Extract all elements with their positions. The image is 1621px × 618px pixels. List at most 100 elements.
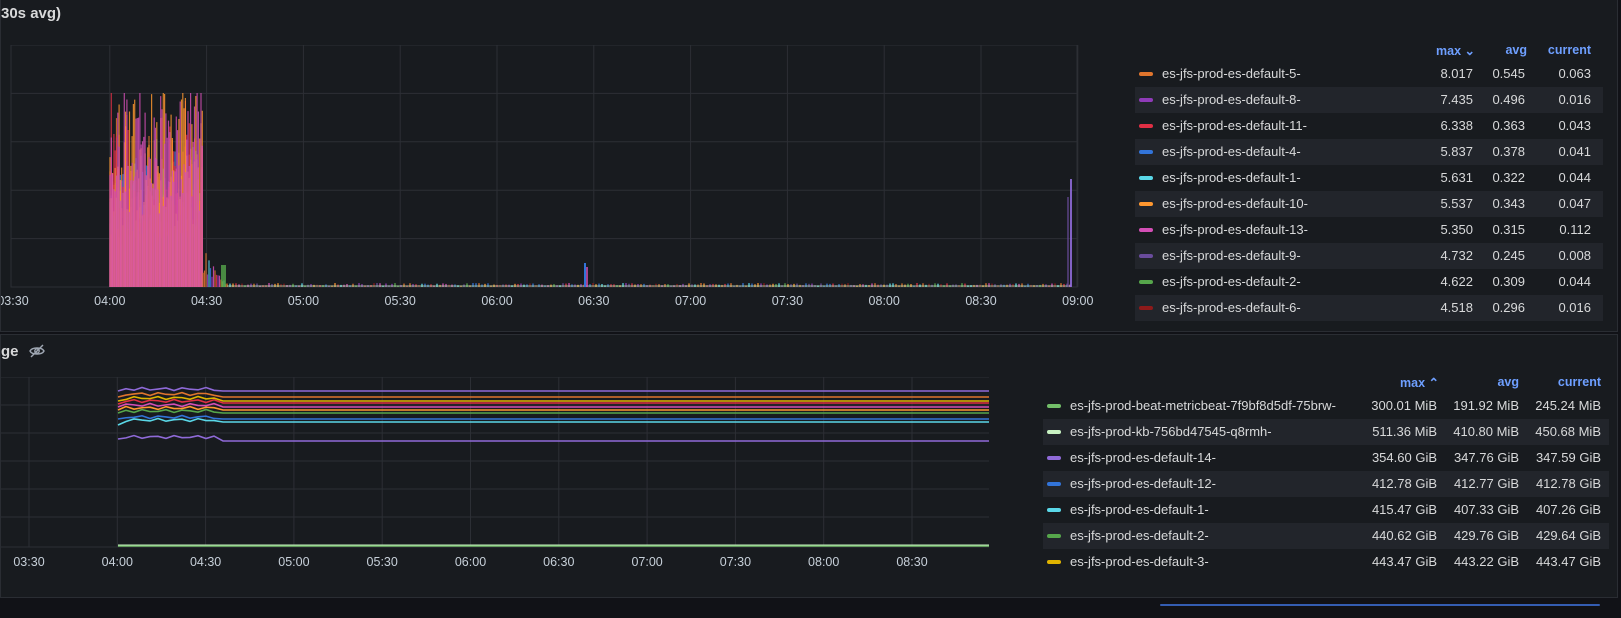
series-current-value: 0.044	[1558, 274, 1591, 289]
series-name[interactable]: es-jfs-prod-es-default-13-	[1162, 217, 1308, 243]
legend-item[interactable]: es-jfs-prod-es-default-8- 7.435 0.496 0.016	[1135, 87, 1603, 113]
series-name[interactable]: es-jfs-prod-es-default-3-	[1070, 549, 1209, 575]
series-avg-value: 0.245	[1492, 248, 1525, 263]
series-color-swatch	[1139, 124, 1153, 128]
x-tick-label: 08:30	[896, 555, 927, 569]
series-name[interactable]: es-jfs-prod-es-default-1-	[1162, 165, 1301, 191]
disk-legend: max ⌃ avg current es-jfs-prod-beat-metri…	[1043, 375, 1609, 590]
series-max-value: 4.518	[1440, 300, 1473, 315]
series-name[interactable]: es-jfs-prod-es-default-11-	[1162, 113, 1307, 139]
series-avg-value: 410.80 MiB	[1453, 424, 1519, 439]
legend-item[interactable]: es-jfs-prod-es-default-1- 415.47 GiB 407.3…	[1043, 497, 1609, 523]
series-name[interactable]: es-jfs-prod-es-default-2-	[1162, 269, 1301, 295]
series-name[interactable]: es-jfs-prod-es-default-12-	[1070, 471, 1216, 497]
series-avg-value: 443.22 GiB	[1453, 554, 1519, 569]
series-color-swatch	[1139, 150, 1153, 154]
series-current-value: 347.59 GiB	[1535, 450, 1601, 465]
cpu-legend: max ⌄ avg current es-jfs-prod-es-default…	[1135, 43, 1603, 321]
legend-item[interactable]: es-jfs-prod-es-default-6- 4.518 0.296 0.016	[1135, 295, 1603, 321]
series-max-value: 440.62 GiB	[1371, 528, 1437, 543]
series-max-value: 5.837	[1440, 144, 1473, 159]
x-tick-label: 05:30	[385, 294, 416, 308]
legend-item[interactable]: es-jfs-prod-beat-metricbeat-7f9bf8d5df-7…	[1043, 393, 1609, 419]
legend-header-max[interactable]: max ⌄	[1415, 43, 1475, 58]
legend-item[interactable]: es-jfs-prod-es-default-12- 412.78 GiB 412.…	[1043, 471, 1609, 497]
series-color-swatch	[1139, 306, 1153, 310]
series-name[interactable]: es-jfs-prod-es-default-8-	[1162, 87, 1301, 113]
series-avg-value: 0.363	[1492, 118, 1525, 133]
series-current-value: 0.047	[1558, 196, 1591, 211]
series-name[interactable]: es-jfs-prod-es-default-9-	[1162, 243, 1301, 269]
series-avg-value: 0.343	[1492, 196, 1525, 211]
series-color-swatch	[1139, 98, 1153, 102]
legend-item[interactable]: es-jfs-prod-es-default-1- 5.631 0.322 0.044	[1135, 165, 1603, 191]
legend-item[interactable]: es-jfs-prod-es-default-14- 354.60 GiB 347.…	[1043, 445, 1609, 471]
series-avg-value: 0.545	[1492, 66, 1525, 81]
legend-header-avg[interactable]: avg	[1487, 43, 1527, 57]
series-name[interactable]: es-jfs-prod-es-default-4-	[1162, 139, 1301, 165]
cpu-timeseries-graph[interactable]: 03:30 04:00 04:30 05:00 05:30 06:00 06:30 07:00…	[1, 45, 1096, 320]
disk-panel: ge 03:30 04:00 04:30 05:00 05:30 06:00 06:30 07…	[0, 334, 1618, 598]
legend-item[interactable]: es-jfs-prod-es-default-2- 440.62 GiB 429.7…	[1043, 523, 1609, 549]
series-name[interactable]: es-jfs-prod-es-default-5-	[1162, 61, 1301, 87]
series-color-swatch	[1139, 228, 1153, 232]
x-tick-label: 04:00	[102, 555, 133, 569]
series-current-value: 0.008	[1558, 248, 1591, 263]
series-max-value: 4.622	[1440, 274, 1473, 289]
legend-header-avg[interactable]: avg	[1479, 375, 1519, 389]
series-current-value: 443.47 GiB	[1535, 554, 1601, 569]
legend-item[interactable]: es-jfs-prod-es-default-3- 443.47 GiB 443.2…	[1043, 549, 1609, 575]
legend-scrollbar[interactable]	[1160, 604, 1600, 606]
legend-header-max[interactable]: max ⌃	[1379, 375, 1439, 390]
legend-header-current[interactable]: current	[1541, 375, 1601, 389]
series-current-value: 407.26 GiB	[1535, 502, 1601, 517]
series-color-swatch	[1139, 176, 1153, 180]
next-panel-edge	[0, 600, 1621, 618]
series-color-swatch	[1047, 456, 1061, 460]
x-tick-label: 09:00	[1062, 294, 1093, 308]
panel-title[interactable]: ge	[1, 343, 19, 360]
series-color-swatch	[1047, 430, 1061, 434]
series-avg-value: 0.296	[1492, 300, 1525, 315]
panel-title[interactable]: 30s avg)	[1, 5, 61, 22]
x-tick-label: 05:00	[278, 555, 309, 569]
series-max-value: 412.78 GiB	[1371, 476, 1437, 491]
x-tick-label: 08:00	[808, 555, 839, 569]
legend-item[interactable]: es-jfs-prod-kb-756bd47545-q8rmh- 511.36 M…	[1043, 419, 1609, 445]
series-current-value: 450.68 MiB	[1535, 424, 1601, 439]
series-name[interactable]: es-jfs-prod-es-default-10-	[1162, 191, 1308, 217]
legend-item[interactable]: es-jfs-prod-es-default-11- 6.338 0.363 0.04…	[1135, 113, 1603, 139]
legend-item[interactable]: es-jfs-prod-es-default-9- 4.732 0.245 0.008	[1135, 243, 1603, 269]
legend-item[interactable]: es-jfs-prod-es-default-13- 5.350 0.315 0.11…	[1135, 217, 1603, 243]
series-max-value: 6.338	[1440, 118, 1473, 133]
series-current-value: 0.063	[1558, 66, 1591, 81]
legend-item[interactable]: es-jfs-prod-es-default-5- 8.017 0.545 0.063	[1135, 61, 1603, 87]
series-current-value: 0.112	[1559, 222, 1591, 237]
legend-item[interactable]: es-jfs-prod-es-default-2- 4.622 0.309 0.044	[1135, 269, 1603, 295]
series-name[interactable]: es-jfs-prod-beat-metricbeat-7f9bf8d5df-7…	[1070, 393, 1336, 419]
series-avg-value: 0.309	[1492, 274, 1525, 289]
hidden-eye-icon[interactable]	[29, 343, 45, 359]
series-current-value: 0.041	[1558, 144, 1591, 159]
series-avg-value: 412.77 GiB	[1453, 476, 1519, 491]
series-name[interactable]: es-jfs-prod-es-default-6-	[1162, 295, 1301, 321]
x-tick-label: 06:30	[578, 294, 609, 308]
series-name[interactable]: es-jfs-prod-es-default-2-	[1070, 523, 1209, 549]
series-color-swatch	[1139, 280, 1153, 284]
series-avg-value: 429.76 GiB	[1453, 528, 1519, 543]
series-color-swatch	[1047, 560, 1061, 564]
series-name[interactable]: es-jfs-prod-kb-756bd47545-q8rmh-	[1070, 419, 1272, 445]
disk-timeseries-graph[interactable]: 03:30 04:00 04:30 05:00 05:30 06:00 06:30 07:00…	[1, 377, 1026, 585]
legend-header: max ⌄ avg current	[1135, 43, 1603, 61]
legend-item[interactable]: es-jfs-prod-es-default-10- 5.537 0.343 0.04…	[1135, 191, 1603, 217]
x-tick-label: 07:00	[675, 294, 706, 308]
series-max-value: 511.36 MiB	[1372, 424, 1437, 439]
disk-series	[117, 386, 989, 547]
series-color-swatch	[1047, 508, 1061, 512]
series-max-value: 5.537	[1440, 196, 1473, 211]
legend-header-current[interactable]: current	[1531, 43, 1591, 57]
series-name[interactable]: es-jfs-prod-es-default-1-	[1070, 497, 1209, 523]
legend-item[interactable]: es-jfs-prod-es-default-4- 5.837 0.378 0.041	[1135, 139, 1603, 165]
series-name[interactable]: es-jfs-prod-es-default-14-	[1070, 445, 1216, 471]
series-color-swatch	[1047, 534, 1061, 538]
